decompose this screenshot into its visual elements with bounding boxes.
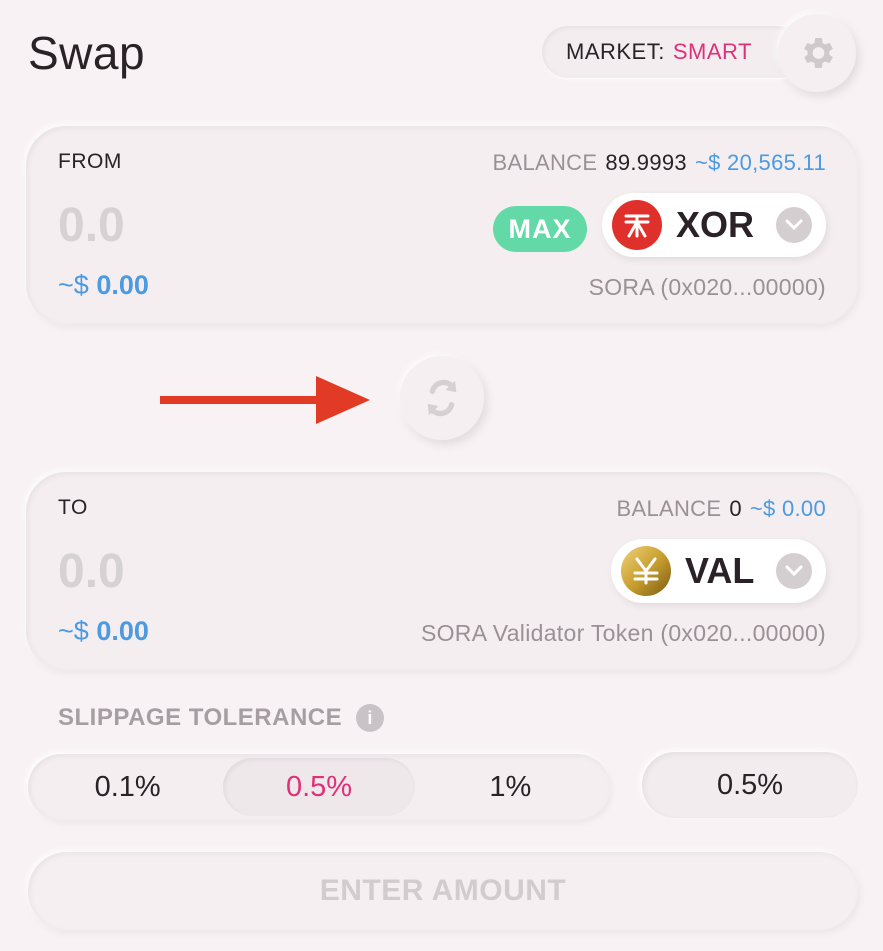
to-balance-label: BALANCE xyxy=(616,496,722,521)
from-token-selector[interactable]: XOR xyxy=(602,193,826,257)
slippage-title: SLIPPAGE TOLERANCE i xyxy=(58,704,385,732)
red-arrow-icon xyxy=(160,376,370,424)
swap-arrows-icon xyxy=(427,379,457,417)
market-selector[interactable]: MARKET: SMART xyxy=(542,26,804,78)
slippage-title-text: SLIPPAGE TOLERANCE xyxy=(58,704,343,731)
from-usd-value: ~$ 0.00 xyxy=(58,270,149,301)
enter-amount-button[interactable]: ENTER AMOUNT xyxy=(28,852,858,930)
from-token-symbol: XOR xyxy=(676,204,755,245)
gear-icon xyxy=(804,38,833,68)
slippage-option-0-1[interactable]: 0.1% xyxy=(32,758,223,816)
val-token-icon xyxy=(621,546,671,596)
to-balance-value: 0 xyxy=(729,496,742,521)
slippage-option-0-5[interactable]: 0.5% xyxy=(223,758,415,816)
from-token-name: SORA (0x020...00000) xyxy=(588,274,826,300)
to-card: TO BALANCE 0 ~$ 0.00 0.0 ~$ 0.00 VAL SOR… xyxy=(26,472,858,670)
to-token-symbol: VAL xyxy=(685,550,755,591)
to-token-name: SORA Validator Token (0x020...00000) xyxy=(420,620,826,646)
from-usd-amount: 0.00 xyxy=(96,270,149,300)
slippage-options: 0.1% 0.5% 1% xyxy=(28,754,610,820)
info-icon[interactable]: i xyxy=(356,704,385,732)
to-balance-usd: ~$ 0.00 xyxy=(749,496,826,521)
to-label: TO xyxy=(58,496,88,519)
chevron-down-icon xyxy=(776,207,812,243)
to-usd-value: ~$ 0.00 xyxy=(58,616,149,647)
to-amount-input[interactable]: 0.0 xyxy=(58,544,125,599)
from-balance-usd: ~$ 20,565.11 xyxy=(694,150,826,175)
from-balance-label: BALANCE xyxy=(492,150,598,175)
max-button[interactable]: MAX xyxy=(493,206,587,252)
xor-token-icon xyxy=(612,200,662,250)
slippage-custom-input[interactable]: 0.5% xyxy=(642,752,858,818)
from-balance-value: 89.9993 xyxy=(605,150,687,175)
page-title: Swap xyxy=(28,27,146,79)
settings-button[interactable] xyxy=(778,14,856,92)
from-card: FROM BALANCE 89.9993 ~$ 20,565.11 0.0 ~$… xyxy=(26,126,858,324)
from-label: FROM xyxy=(58,150,122,173)
slippage-option-1[interactable]: 1% xyxy=(415,758,606,816)
to-balance: BALANCE 0 ~$ 0.00 xyxy=(617,496,826,522)
market-label: MARKET: xyxy=(566,39,665,64)
from-usd-prefix: ~$ xyxy=(58,270,89,300)
swap-direction-button[interactable] xyxy=(400,356,484,440)
from-balance: BALANCE 89.9993 ~$ 20,565.11 xyxy=(493,150,826,176)
to-usd-amount: 0.00 xyxy=(96,616,149,646)
to-usd-prefix: ~$ xyxy=(58,616,89,646)
market-value: SMART xyxy=(672,39,752,64)
from-amount-input[interactable]: 0.0 xyxy=(58,198,125,253)
chevron-down-icon xyxy=(776,553,812,589)
to-token-selector[interactable]: VAL xyxy=(611,539,826,603)
